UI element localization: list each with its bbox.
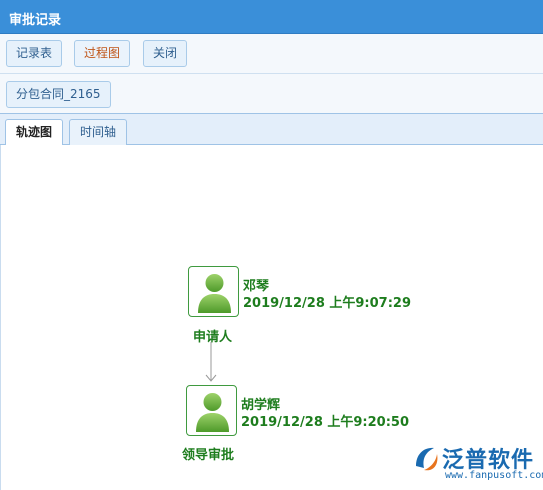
approver-time: 2019/12/28 上午9:20:50	[241, 415, 410, 430]
leader-approval-node[interactable]	[186, 385, 237, 436]
toolbar: 记录表 过程图 关闭	[0, 34, 543, 74]
tab-track-diagram[interactable]: 轨迹图	[5, 119, 64, 146]
fanpu-watermark: 泛普软件 www.fanpusoft.com	[412, 442, 543, 486]
document-bar: 分包合同_2165	[0, 74, 543, 114]
applicant-time: 2019/12/28 上午9:07:29	[243, 296, 412, 311]
close-button[interactable]: 关闭	[143, 40, 188, 67]
applicant-role: 申请人	[193, 330, 233, 345]
title-bar: 审批记录	[0, 0, 543, 34]
approver-role: 领导审批	[182, 448, 235, 463]
applicant-node[interactable]	[188, 266, 239, 317]
user-icon	[196, 393, 229, 432]
document-name-button[interactable]: 分包合同_2165	[6, 81, 111, 108]
fanpu-logo-icon	[416, 447, 438, 471]
tab-timeline[interactable]: 时间轴	[69, 119, 128, 145]
brand-url: www.fanpusoft.com	[445, 470, 543, 481]
flow-canvas: 邓琴 2019/12/28 上午9:07:29 申请人 胡学辉 2019/12/…	[0, 145, 543, 490]
tab-strip: 轨迹图 时间轴	[0, 114, 543, 146]
records-button[interactable]: 记录表	[6, 40, 63, 67]
window-title: 审批记录	[9, 13, 62, 28]
process-diagram-button[interactable]: 过程图	[74, 40, 131, 67]
user-icon	[198, 274, 231, 313]
flow-connector	[205, 342, 217, 382]
